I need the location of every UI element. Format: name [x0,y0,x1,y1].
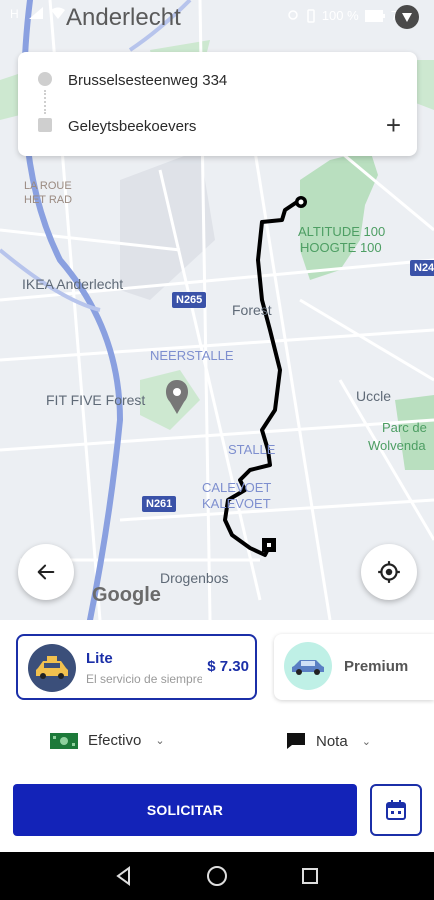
status-left-icons: H [8,6,66,20]
note-label: Nota [316,732,348,750]
map-label-calevoet: CALEVOET [202,480,272,495]
map-label-kalevoet: KALEVOET [202,496,271,511]
route-card: Brusselsesteenweg 334 Geleytsbeekoevers … [18,52,417,156]
service-description: El servicio de siempre [86,672,202,686]
map-label-anderlecht: Anderlecht [66,4,181,31]
vibrate-icon [307,8,315,23]
route-connector [44,90,46,114]
service-name-premium: Premium [344,658,409,675]
service-card-premium[interactable]: Premium [274,634,434,700]
map-label-parc: Parc de [382,420,427,435]
map-label-stalle: STALLE [228,442,276,457]
arrow-left-icon [37,564,55,580]
h-network-icon: H [10,7,19,20]
calendar-icon [386,800,406,820]
payment-selector[interactable]: Efectivo ⌄ [50,732,165,749]
origin-dot-icon [38,72,52,86]
service-price: $ 7.30 [207,658,249,675]
note-selector[interactable]: Nota ⌄ [286,732,371,750]
shield-badge-icon [395,5,419,29]
google-logo: Google [92,584,161,606]
bottom-panel: Lite El servicio de siempre $ 7.30 Premi… [0,620,434,852]
signal-icon [29,7,43,19]
map-label-wolvendael: Wolvenda [368,438,426,453]
schedule-button[interactable] [370,784,422,836]
map-label-altitude: ALTITUDE 100 [298,224,386,239]
location-status-icon [288,9,298,20]
map-label-drogenbos: Drogenbos [160,570,229,586]
triangle-back-icon [116,866,130,886]
map-label-ikea: IKEA Anderlecht [22,276,124,292]
circle-home-icon [207,866,227,886]
service-name: Lite [86,650,113,667]
map-label-la-roue: LA ROUE [24,180,72,192]
car-icon [292,660,324,675]
road-badge-n261: N261 [142,496,177,512]
request-button[interactable]: SOLICITAR [13,784,357,836]
map-label-hoogte: HOOGTE 100 [300,240,382,255]
map-label-het-rad: HET RAD [24,194,73,206]
battery-percentage: 100 % [321,8,359,23]
back-button[interactable] [18,544,74,600]
road-badge-n24: N24 [410,260,434,276]
taxi-icon [36,656,68,679]
comment-icon [287,733,305,749]
map-label-fit-five: FIT FIVE Forest [46,392,146,408]
cash-icon [50,732,78,749]
nav-back-button[interactable] [112,864,136,888]
square-recents-icon [302,868,318,884]
map-label-neerstalle: NEERSTALLE [150,348,234,363]
road-badge-n265: N265 [172,292,207,308]
map-label-uccle: Uccle [356,388,392,404]
nav-home-button[interactable] [205,864,229,888]
destination-address[interactable]: Geleytsbeekoevers [68,118,196,135]
svg-text:H: H [10,7,19,20]
service-card-lite[interactable]: Lite El servicio de siempre $ 7.30 [16,634,257,700]
add-stop-button[interactable]: + [386,112,401,138]
my-location-button[interactable] [361,544,417,600]
chevron-down-icon: ⌄ [155,735,165,747]
crosshair-icon [378,561,400,583]
origin-address[interactable]: Brusselsesteenweg 334 [68,72,227,89]
premium-avatar [284,642,332,690]
status-bar: H Anderlecht 100 % 7:57 [0,0,434,34]
destination-square-icon [38,118,52,132]
nav-recents-button[interactable] [298,864,322,888]
battery-icon [364,9,385,22]
taxi-avatar [28,644,76,692]
map-label-forest: Forest [232,302,272,318]
wifi-icon [51,7,65,19]
system-nav-bar [0,852,434,900]
chevron-down-icon: ⌄ [361,735,371,748]
payment-label: Efectivo [88,732,142,749]
